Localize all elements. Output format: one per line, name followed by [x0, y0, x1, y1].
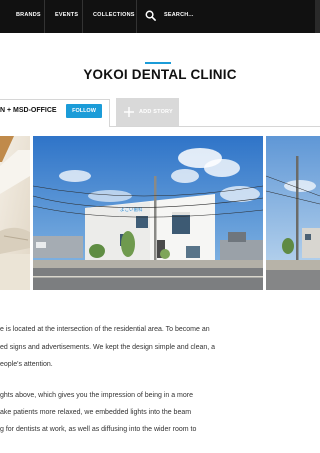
- photo-interior[interactable]: [0, 136, 30, 290]
- article-line: ake patients more relaxed, we embedded l…: [0, 409, 192, 416]
- top-navigation: BRANDS EVENTS COLLECTIONS SEARCH...: [0, 0, 320, 33]
- add-story-label: ADD STORY: [139, 109, 173, 115]
- author-name[interactable]: N + MSD-OFFICE: [0, 107, 57, 114]
- nav-item-brands[interactable]: BRANDS: [16, 12, 41, 18]
- photo-street[interactable]: [265, 136, 320, 290]
- article-line: ed signs and advertisements. We kept the…: [0, 344, 216, 351]
- page-title: YOKOI DENTAL CLINIC: [83, 67, 237, 82]
- photo-exterior[interactable]: よこい歯科: [32, 136, 264, 290]
- nav-item-collections[interactable]: COLLECTIONS: [93, 12, 135, 18]
- article-line: eople's attention.: [0, 361, 53, 368]
- plus-icon: [124, 107, 134, 117]
- follow-button[interactable]: FOLLOW: [66, 104, 102, 118]
- add-story-button[interactable]: ADD STORY: [116, 98, 179, 126]
- nav-edge: [315, 0, 320, 33]
- title-accent-bar: [145, 62, 171, 64]
- search-input[interactable]: SEARCH...: [164, 12, 194, 18]
- nav-divider: [136, 0, 137, 33]
- nav-item-events[interactable]: EVENTS: [55, 12, 78, 18]
- nav-divider: [44, 0, 45, 33]
- photo-gallery: よこい歯科: [0, 136, 320, 290]
- article-line: ghts above, which gives you the impressi…: [0, 392, 193, 399]
- nav-divider: [82, 0, 83, 33]
- search-icon[interactable]: [145, 10, 156, 21]
- article-line: g for dentists at work, as well as diffu…: [0, 426, 197, 433]
- article-line: e is located at the intersection of the …: [0, 326, 210, 333]
